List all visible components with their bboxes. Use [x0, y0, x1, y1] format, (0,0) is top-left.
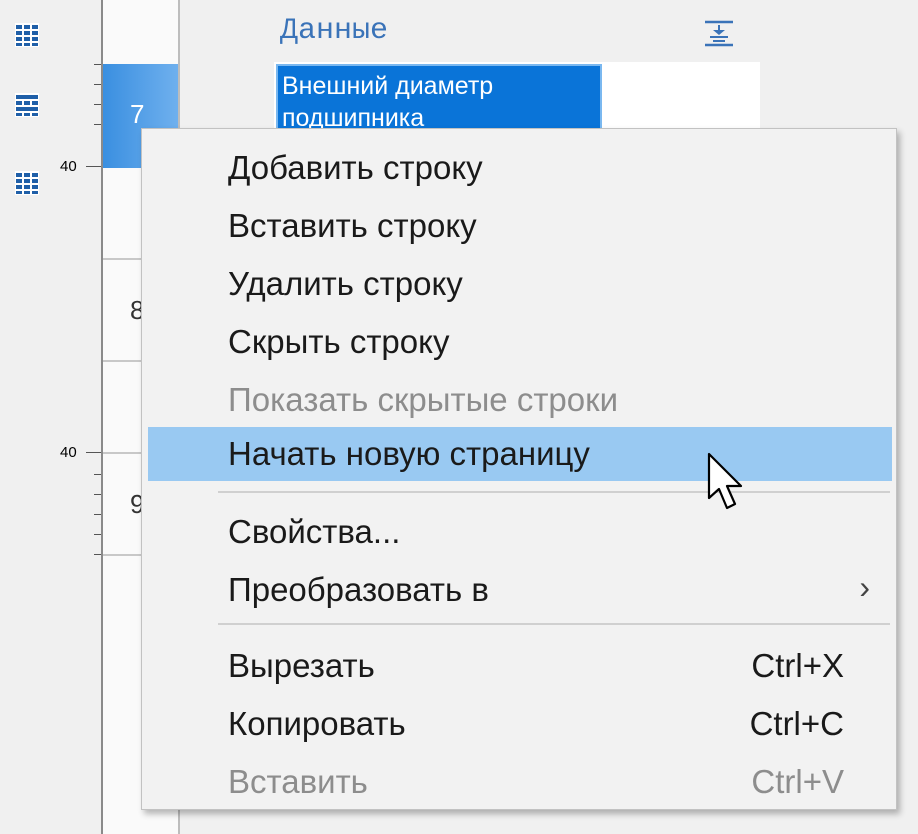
menu-item-insert-row[interactable]: Вставить строку: [142, 199, 896, 253]
table-grid-icon[interactable]: [14, 170, 40, 196]
menu-item-label: Добавить строку: [228, 149, 483, 186]
ruler-tick: [86, 166, 102, 167]
vertical-ruler: 40 40: [54, 0, 102, 834]
menu-item-show-hidden-rows: Показать скрытые строки: [142, 373, 896, 427]
menu-item-label: Преобразовать в: [228, 571, 489, 608]
chevron-right-icon: ›: [859, 569, 870, 605]
menu-item-label: Показать скрытые строки: [228, 381, 619, 418]
menu-item-label: Свойства...: [228, 513, 401, 550]
ruler-label: 40: [60, 444, 77, 461]
menu-separator: [218, 491, 890, 493]
menu-item-delete-row[interactable]: Удалить строку: [142, 257, 896, 311]
menu-separator: [218, 623, 890, 625]
menu-item-label: Начать новую страницу: [228, 435, 590, 472]
menu-item-label: Вставить: [228, 763, 368, 800]
menu-item-shortcut: Ctrl+C: [749, 705, 844, 742]
ruler-tick: [86, 452, 102, 453]
menu-item-shortcut: Ctrl+X: [751, 647, 844, 684]
context-menu: Добавить строку Вставить строку Удалить …: [141, 128, 897, 810]
menu-item-label: Удалить строку: [228, 265, 463, 302]
menu-item-label: Вставить строку: [228, 207, 477, 244]
menu-item-hide-row[interactable]: Скрыть строку: [142, 315, 896, 369]
table-insert-icon[interactable]: [14, 22, 40, 48]
menu-item-cut[interactable]: Вырезать Ctrl+X: [142, 639, 896, 693]
menu-item-new-page[interactable]: Начать новую страницу: [148, 427, 892, 481]
column-header[interactable]: Данные: [280, 14, 388, 48]
menu-item-properties[interactable]: Свойства...: [142, 505, 896, 559]
ruler-label: 40: [60, 158, 77, 175]
menu-item-shortcut: Ctrl+V: [751, 763, 844, 800]
left-toolbar: [0, 0, 54, 834]
menu-item-copy[interactable]: Копировать Ctrl+C: [142, 697, 896, 751]
menu-item-label: Вырезать: [228, 647, 375, 684]
table-cell-selected[interactable]: Внешний диаметр подшипника: [276, 64, 602, 134]
text-align-icon[interactable]: [702, 18, 736, 48]
mouse-pointer-icon: [707, 452, 743, 510]
menu-item-paste: Вставить Ctrl+V: [142, 755, 896, 809]
menu-item-convert-to[interactable]: Преобразовать в ›: [142, 563, 896, 617]
menu-item-label: Скрыть строку: [228, 323, 450, 360]
menu-item-add-row[interactable]: Добавить строку: [142, 141, 896, 195]
menu-item-label: Копировать: [228, 705, 406, 742]
table-rows-icon[interactable]: [14, 92, 40, 118]
